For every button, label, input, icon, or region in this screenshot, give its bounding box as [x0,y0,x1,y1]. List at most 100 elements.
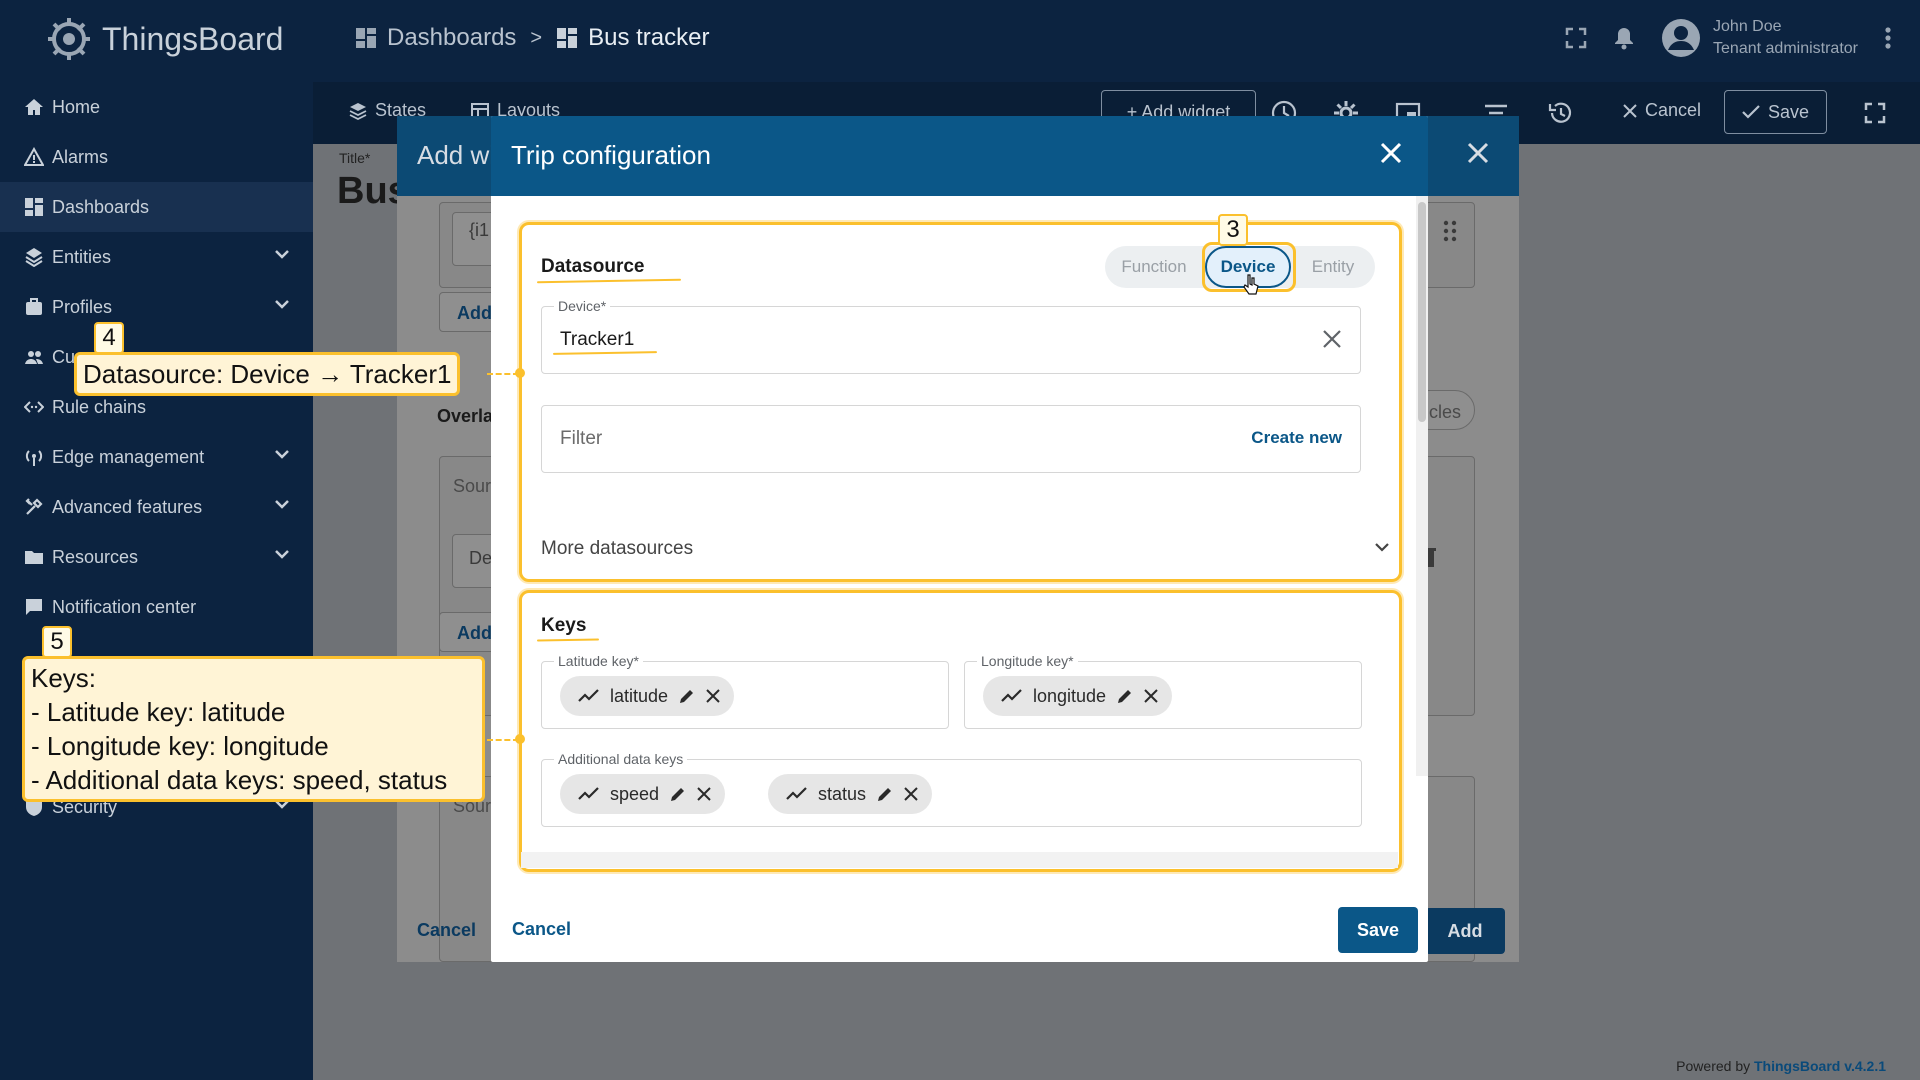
filter-field[interactable]: Filter Create new [541,405,1361,473]
thingsboard-logo-icon [46,16,92,62]
sidebar-item-profiles[interactable]: Profiles [0,282,313,332]
add-link[interactable]: Add [457,303,492,324]
home-icon [22,95,46,119]
breadcrumb-bus-tracker: Bus tracker [556,24,709,52]
user-menu[interactable]: John Doe Tenant administrator [1661,16,1858,60]
avatar [1661,18,1701,58]
sidebar-item-dashboards[interactable]: Dashboards [0,182,313,232]
app-name: ThingsBoard [102,20,284,57]
sidebar-item-entities[interactable]: Entities [0,232,313,282]
sidebar-item-label: Cu [52,346,76,367]
trip-cancel-button[interactable]: Cancel [512,919,571,940]
sidebar-item-advanced-features[interactable]: Advanced features [0,482,313,532]
close-icon[interactable] [904,787,918,801]
chevron-down-icon [273,445,291,463]
sidebar-item-edge-management[interactable]: Edge management [0,432,313,482]
chevron-down-icon [1373,538,1391,556]
add-widget-dialog-title: Add wi [417,140,496,170]
latitude-key-field[interactable]: Latitude key* latitude [541,653,949,729]
sidebar-item-label: Home [52,96,101,117]
breadcrumb-dashboards[interactable]: Dashboards [355,24,516,52]
more-datasources-expander[interactable]: More datasources [541,528,1399,568]
sidebar-item-label: Dashboards [52,196,150,217]
alarm-icon [22,145,46,169]
notifications-bell-icon[interactable] [1613,26,1635,50]
more-vert-icon[interactable] [1884,26,1892,50]
close-icon[interactable] [1322,329,1342,349]
sidebar-item-notification-center[interactable]: Notification center [0,582,313,632]
toolbar-cancel-button[interactable]: Cancel [1623,100,1701,121]
longitude-chip[interactable]: longitude [983,676,1173,716]
sidebar-item-label: Edge management [52,446,205,467]
longitude-key-field[interactable]: Longitude key* longitude [964,653,1362,729]
edit-icon[interactable] [1116,687,1134,705]
add-widget-cancel-button[interactable]: Cancel [417,920,476,941]
sidebar-item-label: Entities [52,246,112,267]
powered-brand-link[interactable]: ThingsBoard v.4.2.1 [1754,1058,1886,1074]
trend-icon [1001,689,1023,703]
close-icon[interactable] [706,689,720,703]
chip-label: latitude [610,685,669,706]
close-icon [1623,103,1637,118]
create-new-link[interactable]: Create new [1251,428,1342,448]
additional-keys-label: Additional data keys [554,751,688,767]
step-3-badge: 3 [1218,214,1248,246]
dashboard-icon [355,27,377,49]
datasource-type-entity[interactable]: Entity [1295,246,1371,288]
scrollbar-thumb[interactable] [1418,202,1426,422]
speed-chip[interactable]: speed [560,774,726,814]
title-input-value: {i1 [469,220,490,240]
top-bar: ThingsBoard Dashboards > Bus tracker Joh… [0,0,1920,82]
latitude-key-label: Latitude key* [554,653,643,669]
trend-icon [786,787,808,801]
datasource-type-function[interactable]: Function [1105,246,1203,288]
drag-handle-icon[interactable] [1443,220,1457,242]
sidebar-item-label: Notification center [52,596,197,617]
breadcrumb-label: Bus tracker [588,24,710,51]
toolbar-cancel-label: Cancel [1645,100,1702,120]
mouse-pointer-icon [1243,274,1259,296]
powered-by: Powered by ThingsBoard v.4.2.1 [1676,1058,1886,1074]
step-5-line: Keys: [31,663,97,693]
add-widget-add-button[interactable]: Add [1425,908,1505,954]
edit-icon[interactable] [876,785,894,803]
top-actions: John Doe Tenant administrator [1565,16,1892,60]
edit-icon[interactable] [678,687,696,705]
close-icon[interactable] [1380,142,1402,164]
circles-label: cles [1429,402,1462,422]
fullscreen-icon[interactable] [1864,102,1886,124]
powered-prefix: Powered by [1676,1058,1751,1074]
toolbar-save-button[interactable]: Save [1724,90,1827,134]
chevron-down-icon [273,545,291,563]
additional-keys-field[interactable]: Additional data keys speed status [541,751,1362,827]
close-icon[interactable] [1144,689,1158,703]
sidebar-item-resources[interactable]: Resources [0,532,313,582]
close-icon[interactable] [697,787,711,801]
latitude-chip[interactable]: latitude [560,676,735,716]
step-4-badge: 4 [94,322,124,354]
sidebar-item-label: Alarms [52,146,109,167]
app-logo[interactable]: ThingsBoard [46,16,283,62]
datasource-title: Datasource [541,256,645,277]
step-5-badge: 5 [42,626,72,658]
add-link[interactable]: Add [457,623,492,644]
more-datasources-label: More datasources [541,538,694,559]
chevron-down-icon [273,245,291,263]
status-chip[interactable]: status [768,774,933,814]
profiles-icon [22,295,46,319]
sidebar-item-alarms[interactable]: Alarms [0,132,313,182]
step-5-callout: Keys: - Latitude key: latitude - Longitu… [22,656,485,802]
trip-dialog-header: Trip configuration [491,116,1428,196]
dashboard-icon [22,195,46,219]
trip-dialog-title: Trip configuration [511,140,711,170]
history-icon[interactable] [1548,100,1574,126]
device-field[interactable]: Device* Tracker1 [541,298,1361,374]
edit-icon[interactable] [669,785,687,803]
step-4-dot [515,368,525,378]
breadcrumb: Dashboards > Bus tracker [355,24,709,52]
close-icon[interactable] [1467,142,1489,164]
fullscreen-icon[interactable] [1565,27,1587,49]
sidebar-item-home[interactable]: Home [0,82,313,132]
filter-placeholder: Filter [560,428,603,449]
trip-save-button[interactable]: Save [1338,907,1418,953]
